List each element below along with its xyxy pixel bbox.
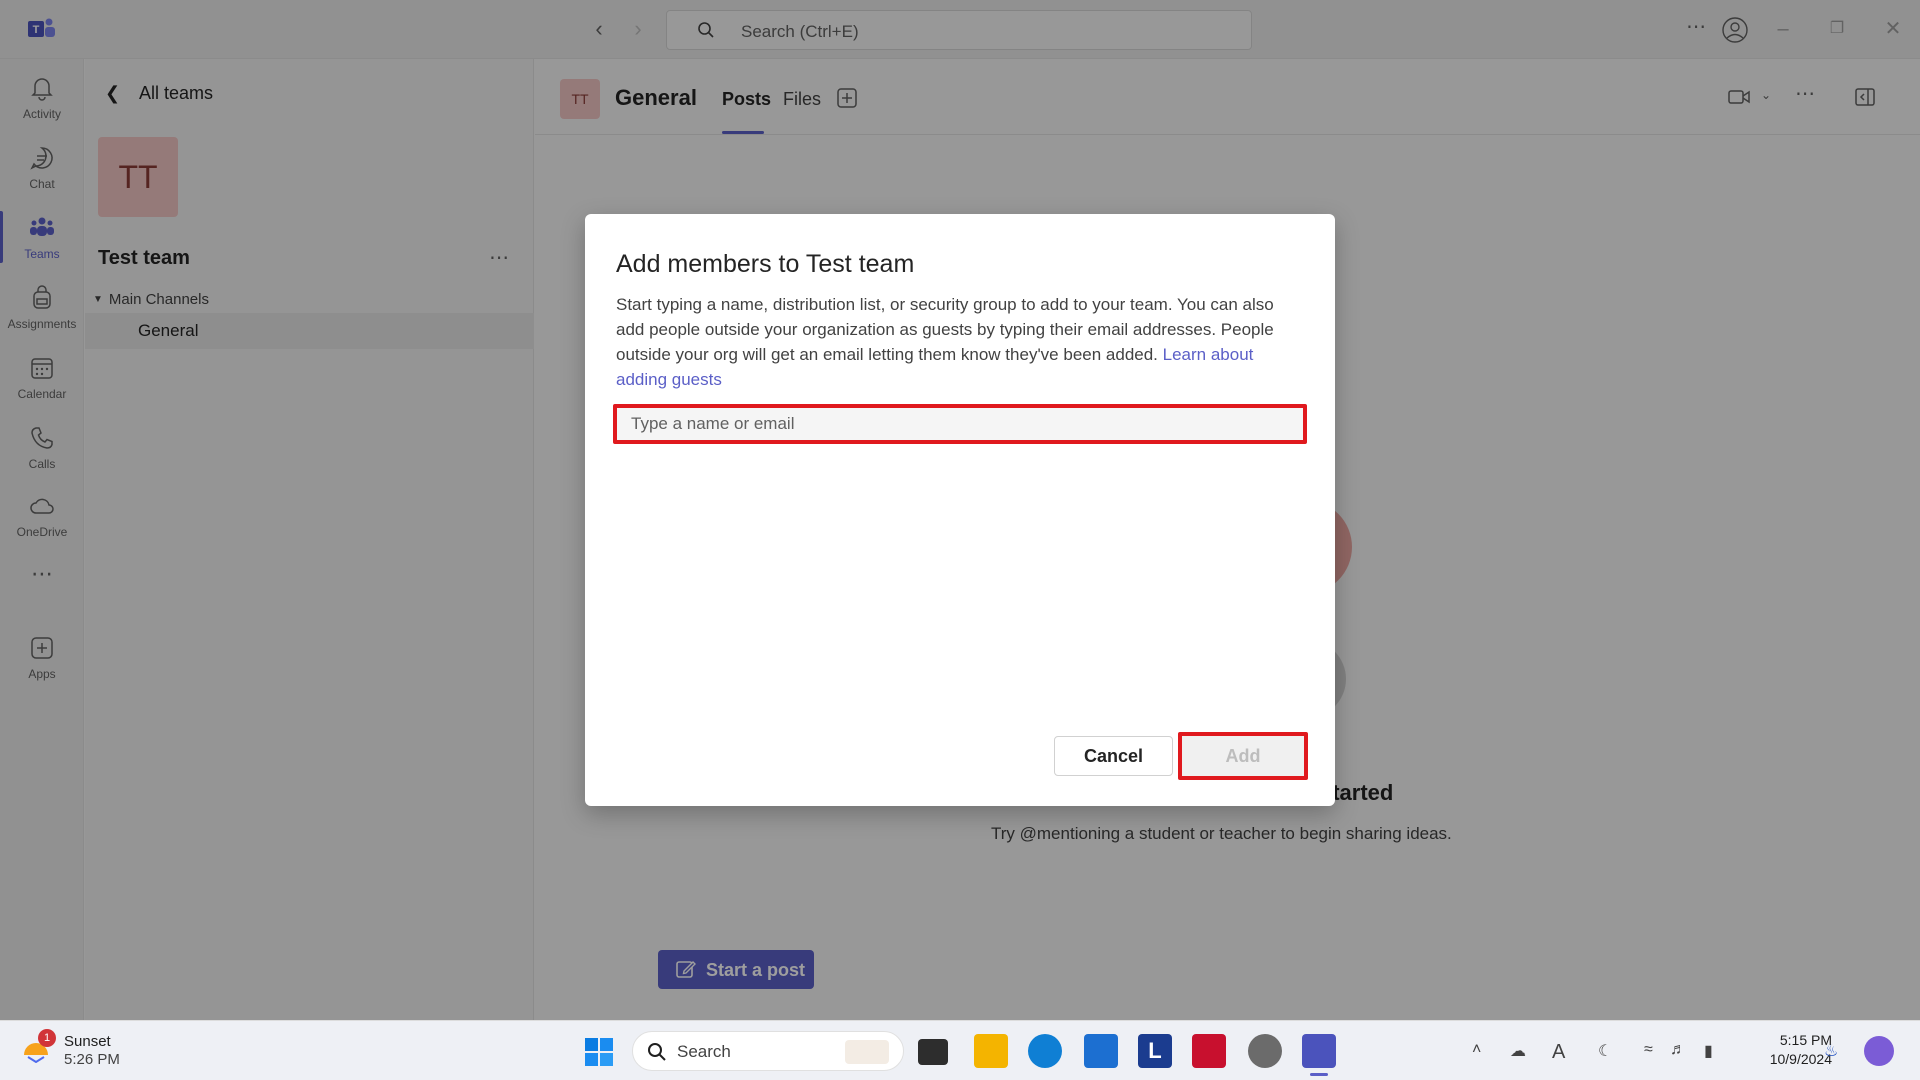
microsoft-store-icon[interactable] [1084, 1034, 1118, 1068]
notification-bell-icon[interactable]: ♨ [1824, 1041, 1846, 1063]
night-light-icon[interactable]: ☾ [1598, 1041, 1620, 1063]
dialog-description: Start typing a name, distribution list, … [616, 292, 1306, 392]
cancel-button[interactable]: Cancel [1054, 736, 1173, 776]
taskbar: 1 Sunset 5:26 PM Search L ˄ ☁ A ☾ ≈ ♬ ▮ … [0, 1020, 1920, 1080]
weather-badge: 1 [38, 1029, 56, 1047]
edge-browser-icon[interactable] [1028, 1034, 1062, 1068]
taskbar-search-label: Search [677, 1042, 731, 1061]
battery-icon[interactable]: ▮ [1704, 1041, 1726, 1063]
search-highlight-image [845, 1040, 889, 1064]
copilot-icon[interactable] [1864, 1036, 1894, 1066]
chevron-up-icon[interactable]: ˄ [1472, 1041, 1494, 1063]
settings-gear-icon[interactable] [1248, 1034, 1282, 1068]
add-members-dialog: Add members to Test team Start typing a … [585, 214, 1335, 806]
windows-start-icon[interactable] [584, 1037, 614, 1067]
search-icon [648, 1043, 666, 1061]
taskbar-search[interactable]: Search [632, 1031, 904, 1071]
dialog-title: Add members to Test team [616, 250, 915, 278]
task-view-icon[interactable] [918, 1039, 948, 1065]
mcafee-icon[interactable] [1192, 1034, 1226, 1068]
teams-taskbar-icon[interactable] [1302, 1034, 1336, 1076]
onedrive-offline-icon[interactable]: ☁ [1510, 1041, 1532, 1063]
member-search-input[interactable] [613, 404, 1307, 444]
font-icon[interactable]: A [1552, 1041, 1574, 1063]
weather-label: Sunset [64, 1033, 111, 1050]
clock-time: 5:15 PM [1779, 1032, 1832, 1048]
add-button[interactable]: Add [1178, 732, 1308, 780]
clock-date: 10/9/2024 [1769, 1051, 1832, 1067]
wifi-icon[interactable]: ≈ [1644, 1041, 1666, 1063]
weather-time: 5:26 PM [64, 1051, 120, 1068]
volume-icon[interactable]: ♬ [1670, 1041, 1692, 1063]
system-clock[interactable]: 5:15 PM 10/9/2024 [1742, 1031, 1832, 1069]
l-app-icon[interactable]: L [1138, 1034, 1172, 1068]
file-explorer-icon[interactable] [974, 1034, 1008, 1068]
